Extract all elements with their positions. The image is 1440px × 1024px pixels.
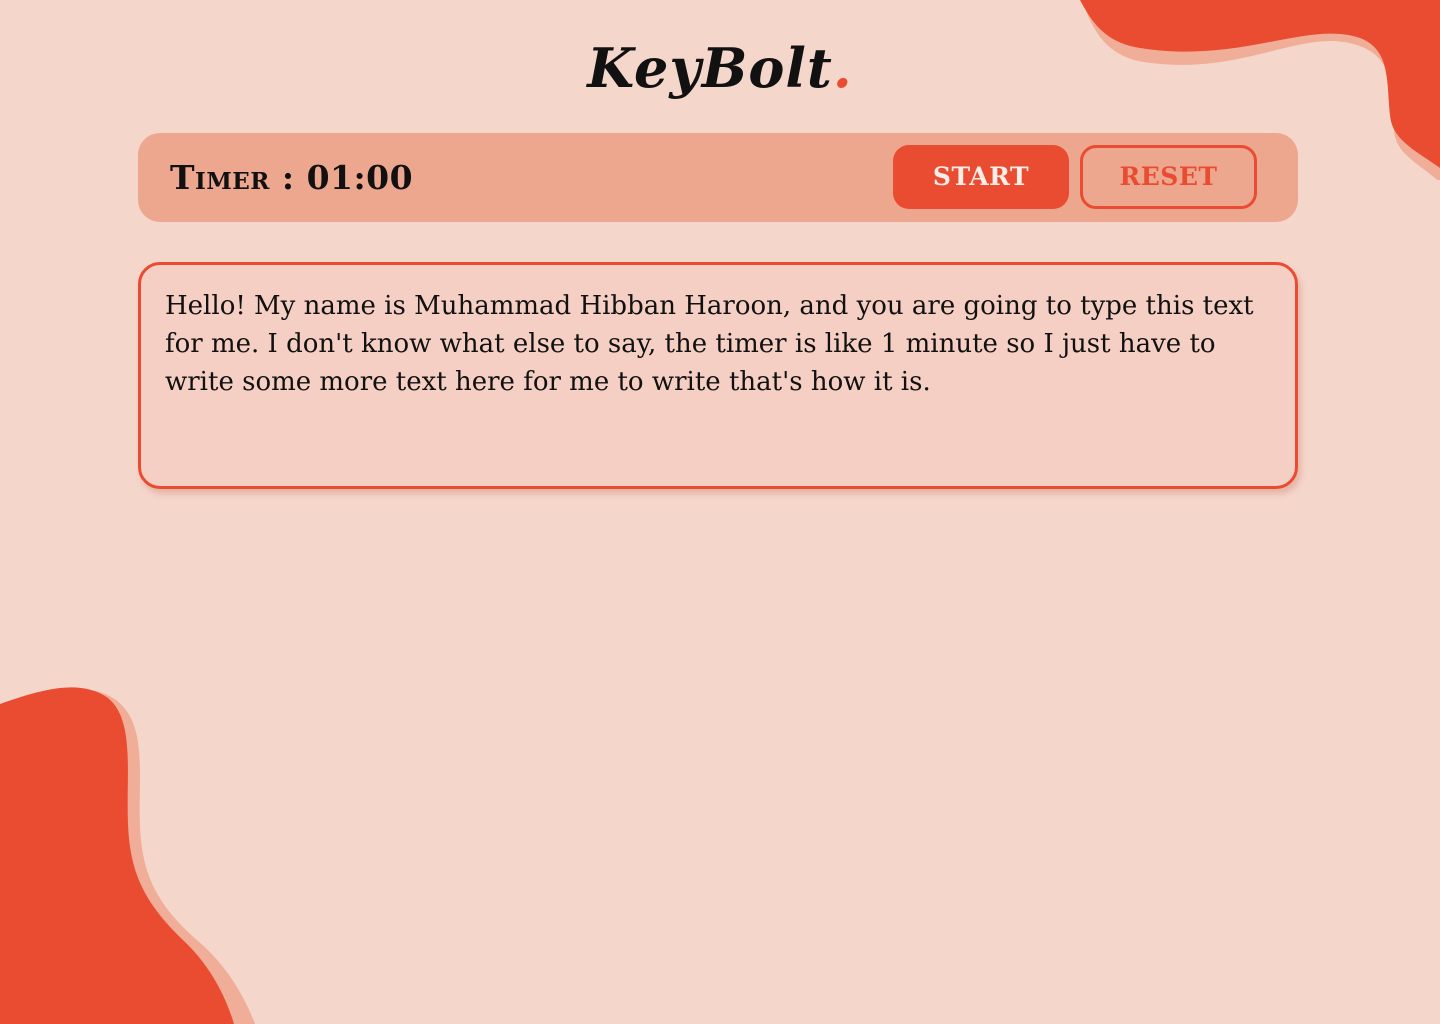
reset-button[interactable]: RESET [1080, 145, 1257, 209]
app-logo: KeyBolt. [0, 28, 1440, 108]
decorative-blob-bottom-left [0, 687, 256, 1024]
logo-name: KeyBolt [587, 36, 833, 100]
timer-display: Timer : 01:00 [170, 158, 414, 197]
logo-dot: . [832, 36, 853, 100]
start-button[interactable]: START [893, 145, 1069, 209]
typing-prompt-text: Hello! My name is Muhammad Hibban Haroon… [165, 291, 1254, 397]
typing-text-box[interactable]: Hello! My name is Muhammad Hibban Haroon… [138, 262, 1298, 489]
timer-bar: Timer : 01:00 START RESET [138, 133, 1298, 222]
